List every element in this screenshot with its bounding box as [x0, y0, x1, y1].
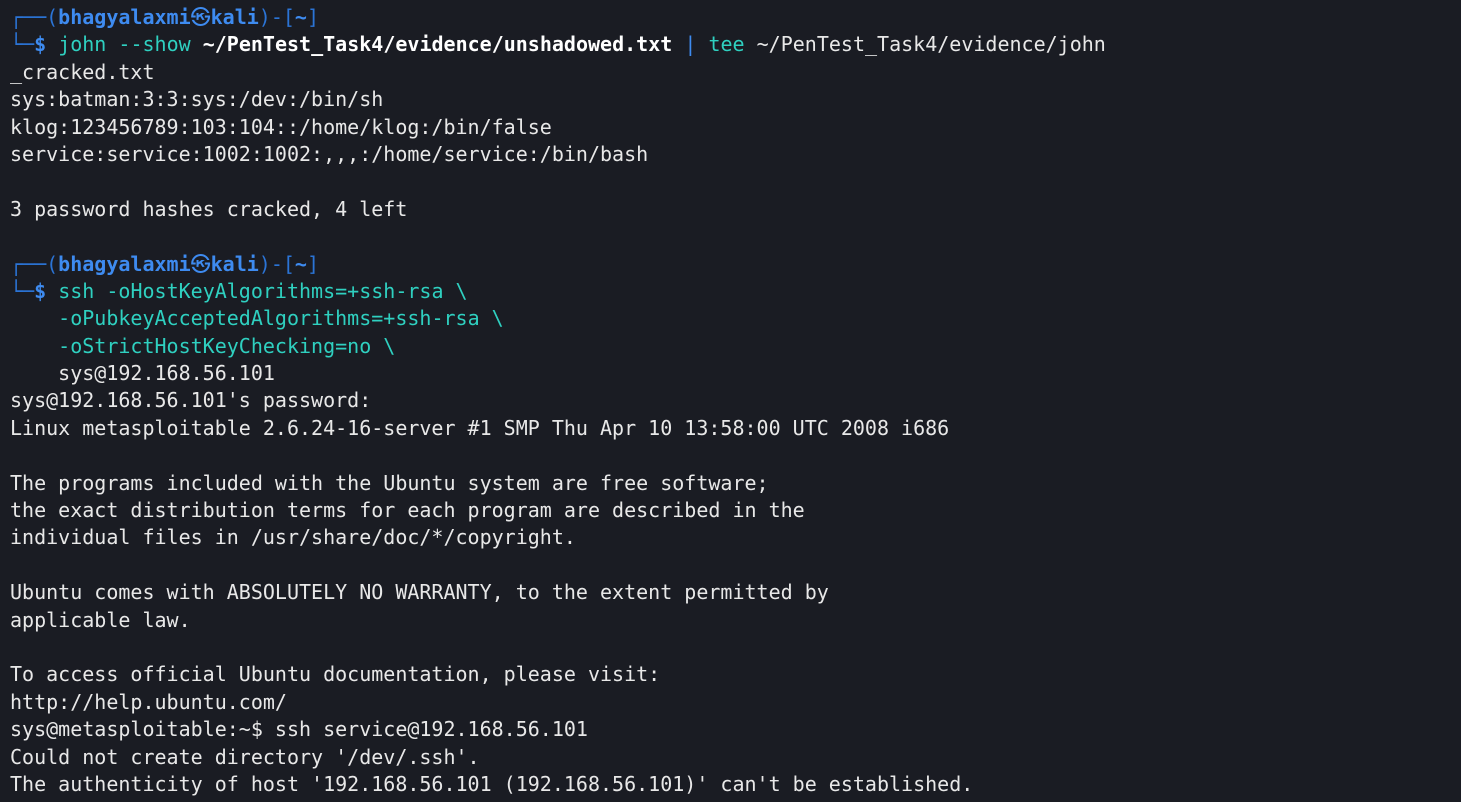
output-line: service:service:1002:1002:,,,:/home/serv…	[10, 141, 649, 166]
tee-argument: ~/PenTest_Task4/evidence/john	[756, 32, 1106, 57]
output-line: To access official Ubuntu documentation,…	[10, 662, 661, 687]
ssh-target: sys@192.168.56.101	[58, 361, 275, 386]
command-line: └─$ ssh -oHostKeyAlgorithms=+ssh-rsa \	[10, 278, 1461, 305]
output-line: Ubuntu comes with ABSOLUTELY NO WARRANTY…	[10, 580, 829, 605]
command-continuation: -oStrictHostKeyChecking=no \	[10, 333, 1461, 360]
prompt-dir: ~	[294, 5, 307, 29]
prompt-dollar: $	[34, 32, 47, 57]
command-name-tee: tee	[708, 32, 745, 57]
command-wrap: _cracked.txt	[10, 59, 155, 84]
prompt-host: kali	[210, 5, 259, 29]
prompt-header: ┌──(bhagyalaxmi㉿kali)-[~]	[10, 251, 1461, 278]
output-line: The authenticity of host '192.168.56.101…	[10, 771, 974, 796]
output-line: individual files in /usr/share/doc/*/cop…	[10, 525, 576, 550]
command-line: └─$ john --show ~/PenTest_Task4/evidence…	[10, 31, 1461, 58]
prompt-box-mid: )-[	[258, 251, 295, 276]
prompt-box-open: ┌──(	[10, 251, 59, 276]
command-continuation: sys@192.168.56.101	[10, 360, 1461, 387]
prompt-box-mid: )-[	[258, 5, 295, 29]
command-option: -oHostKeyAlgorithms=+ssh-rsa \	[106, 278, 468, 303]
prompt-separator: ㉿	[190, 251, 211, 276]
password-prompt: sys@192.168.56.101's password:	[10, 388, 372, 413]
prompt-box-close: ]	[306, 251, 320, 276]
terminal-window[interactable]: ┌──(bhagyalaxmi㉿kali)-[~] └─$ john --sho…	[0, 0, 1461, 802]
prompt-user: bhagyalaxmi	[58, 5, 191, 29]
prompt-dir: ~	[294, 251, 307, 276]
prompt-corner: └─	[10, 278, 35, 303]
prompt-user: bhagyalaxmi	[58, 251, 191, 276]
command-option: --show	[118, 32, 191, 57]
prompt-separator: ㉿	[190, 5, 211, 29]
output-line: sys:batman:3:3:sys:/dev:/bin/sh	[10, 87, 384, 112]
output-summary: 3 password hashes cracked, 4 left	[10, 196, 408, 221]
command-option: -oPubkeyAcceptedAlgorithms=+ssh-rsa \	[58, 306, 504, 331]
command-argument: ~/PenTest_Task4/evidence/unshadowed.txt	[202, 32, 673, 57]
remote-command-line: sys@metasploitable:~$ ssh service@192.16…	[10, 717, 588, 742]
prompt-dollar: $	[34, 278, 47, 303]
output-line: The programs included with the Ubuntu sy…	[10, 470, 769, 495]
output-line: applicable law.	[10, 607, 191, 632]
output-line: Could not create directory '/dev/.ssh'.	[10, 744, 480, 769]
prompt-corner: └─	[10, 32, 35, 57]
prompt-host: kali	[210, 251, 259, 276]
prompt-box-open: ┌──(	[10, 5, 59, 29]
prompt-header: ┌──(bhagyalaxmi㉿kali)-[~]	[10, 4, 1461, 31]
command-continuation: -oPubkeyAcceptedAlgorithms=+ssh-rsa \	[10, 305, 1461, 332]
prompt-box-close: ]	[306, 5, 320, 29]
output-line: klog:123456789:103:104::/home/klog:/bin/…	[10, 114, 552, 139]
pipe-symbol: |	[684, 32, 697, 57]
command-name: ssh	[58, 278, 95, 303]
command-option: -oStrictHostKeyChecking=no \	[58, 333, 396, 358]
output-line: http://help.ubuntu.com/	[10, 689, 287, 714]
command-name: john	[58, 32, 107, 57]
output-line: Linux metasploitable 2.6.24-16-server #1…	[10, 415, 950, 440]
output-line: the exact distribution terms for each pr…	[10, 498, 805, 523]
